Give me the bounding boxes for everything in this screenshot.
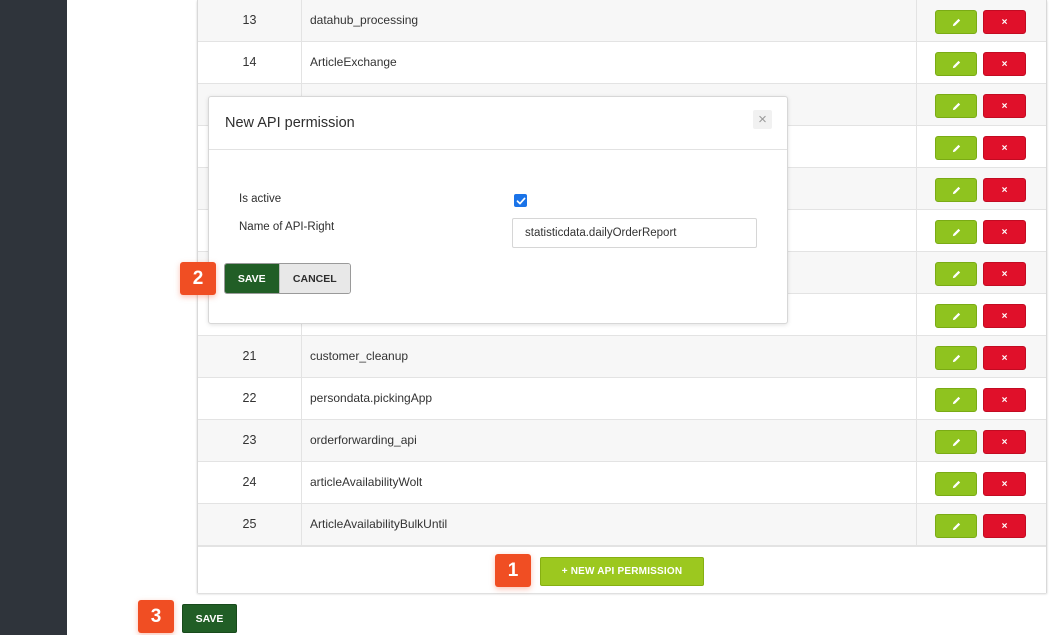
table-row: 21 customer_cleanup × — [198, 336, 1046, 378]
edit-button[interactable] — [935, 220, 977, 244]
row-actions: × — [916, 84, 1047, 125]
row-name: orderforwarding_api — [310, 433, 417, 447]
row-id: 21 — [198, 336, 302, 377]
edit-button[interactable] — [935, 346, 977, 370]
table-footer: + NEW API PERMISSION — [198, 546, 1046, 593]
api-right-name-input[interactable] — [512, 218, 757, 248]
edit-button[interactable] — [935, 178, 977, 202]
row-id: 25 — [198, 504, 302, 545]
pencil-icon — [952, 228, 960, 236]
edit-button[interactable] — [935, 388, 977, 412]
table-row: 25 ArticleAvailabilityBulkUntil × — [198, 504, 1046, 546]
row-name: persondata.pickingApp — [310, 391, 433, 405]
pencil-icon — [952, 438, 960, 446]
step-badge-1: 1 — [495, 554, 531, 587]
api-right-name-label: Name of API-Right — [239, 221, 335, 233]
row-actions: × — [916, 294, 1047, 335]
delete-button[interactable]: × — [983, 178, 1026, 202]
row-name: customer_cleanup — [310, 349, 409, 363]
edit-button[interactable] — [935, 472, 977, 496]
delete-button[interactable]: × — [983, 136, 1026, 160]
delete-button[interactable]: × — [983, 388, 1026, 412]
delete-button[interactable]: × — [983, 52, 1026, 76]
edit-button[interactable] — [935, 304, 977, 328]
row-name: articleAvailabilityWolt — [310, 475, 423, 489]
pencil-icon — [952, 312, 960, 320]
pencil-icon — [952, 480, 960, 488]
modal-title: New API permission — [225, 115, 355, 131]
pencil-icon — [952, 18, 960, 26]
step-badge-3: 3 — [138, 600, 174, 633]
page-save-button[interactable]: SAVE — [182, 604, 237, 633]
row-actions: × — [916, 126, 1047, 167]
row-name: ArticleAvailabilityBulkUntil — [310, 517, 448, 531]
row-id: 22 — [198, 378, 302, 419]
modal-header: New API permission × — [209, 97, 787, 150]
row-name: datahub_processing — [310, 13, 419, 27]
table-row: 24 articleAvailabilityWolt × — [198, 462, 1046, 504]
row-actions: × — [916, 420, 1047, 461]
is-active-checkbox[interactable] — [514, 194, 527, 207]
row-actions: × — [916, 252, 1047, 293]
sidebar — [0, 0, 67, 635]
table-row: 23 orderforwarding_api × — [198, 420, 1046, 462]
check-icon — [516, 197, 525, 204]
pencil-icon — [952, 396, 960, 404]
delete-button[interactable]: × — [983, 430, 1026, 454]
delete-button[interactable]: × — [983, 94, 1026, 118]
edit-button[interactable] — [935, 136, 977, 160]
is-active-label: Is active — [239, 193, 282, 205]
delete-button[interactable]: × — [983, 220, 1026, 244]
row-id: 23 — [198, 420, 302, 461]
delete-button[interactable]: × — [983, 10, 1026, 34]
row-id: 24 — [198, 462, 302, 503]
row-actions: × — [916, 0, 1047, 41]
pencil-icon — [952, 60, 960, 68]
pencil-icon — [952, 522, 960, 530]
delete-button[interactable]: × — [983, 514, 1026, 538]
edit-button[interactable] — [935, 10, 977, 34]
row-actions: × — [916, 210, 1047, 251]
row-id: 14 — [198, 42, 302, 83]
edit-button[interactable] — [935, 430, 977, 454]
table-row: 13 datahub_processing × — [198, 0, 1046, 42]
pencil-icon — [952, 186, 960, 194]
row-actions: × — [916, 168, 1047, 209]
pencil-icon — [952, 354, 960, 362]
modal-cancel-button[interactable]: CANCEL — [278, 264, 350, 293]
row-actions: × — [916, 42, 1047, 83]
table-row: 22 persondata.pickingApp × — [198, 378, 1046, 420]
row-name: ArticleExchange — [310, 55, 397, 69]
edit-button[interactable] — [935, 514, 977, 538]
new-api-permission-button[interactable]: + NEW API PERMISSION — [540, 557, 704, 586]
edit-button[interactable] — [935, 94, 977, 118]
close-icon[interactable]: × — [753, 110, 772, 129]
delete-button[interactable]: × — [983, 262, 1026, 286]
modal-save-button[interactable]: SAVE — [225, 264, 279, 293]
delete-button[interactable]: × — [983, 346, 1026, 370]
row-actions: × — [916, 504, 1047, 545]
pencil-icon — [952, 270, 960, 278]
edit-button[interactable] — [935, 262, 977, 286]
row-actions: × — [916, 462, 1047, 503]
modal-actions: SAVE CANCEL — [224, 263, 351, 294]
pencil-icon — [952, 102, 960, 110]
delete-button[interactable]: × — [983, 304, 1026, 328]
pencil-icon — [952, 144, 960, 152]
edit-button[interactable] — [935, 52, 977, 76]
row-id: 13 — [198, 0, 302, 41]
row-actions: × — [916, 336, 1047, 377]
delete-button[interactable]: × — [983, 472, 1026, 496]
table-row: 14 ArticleExchange × — [198, 42, 1046, 84]
row-actions: × — [916, 378, 1047, 419]
step-badge-2: 2 — [180, 262, 216, 295]
